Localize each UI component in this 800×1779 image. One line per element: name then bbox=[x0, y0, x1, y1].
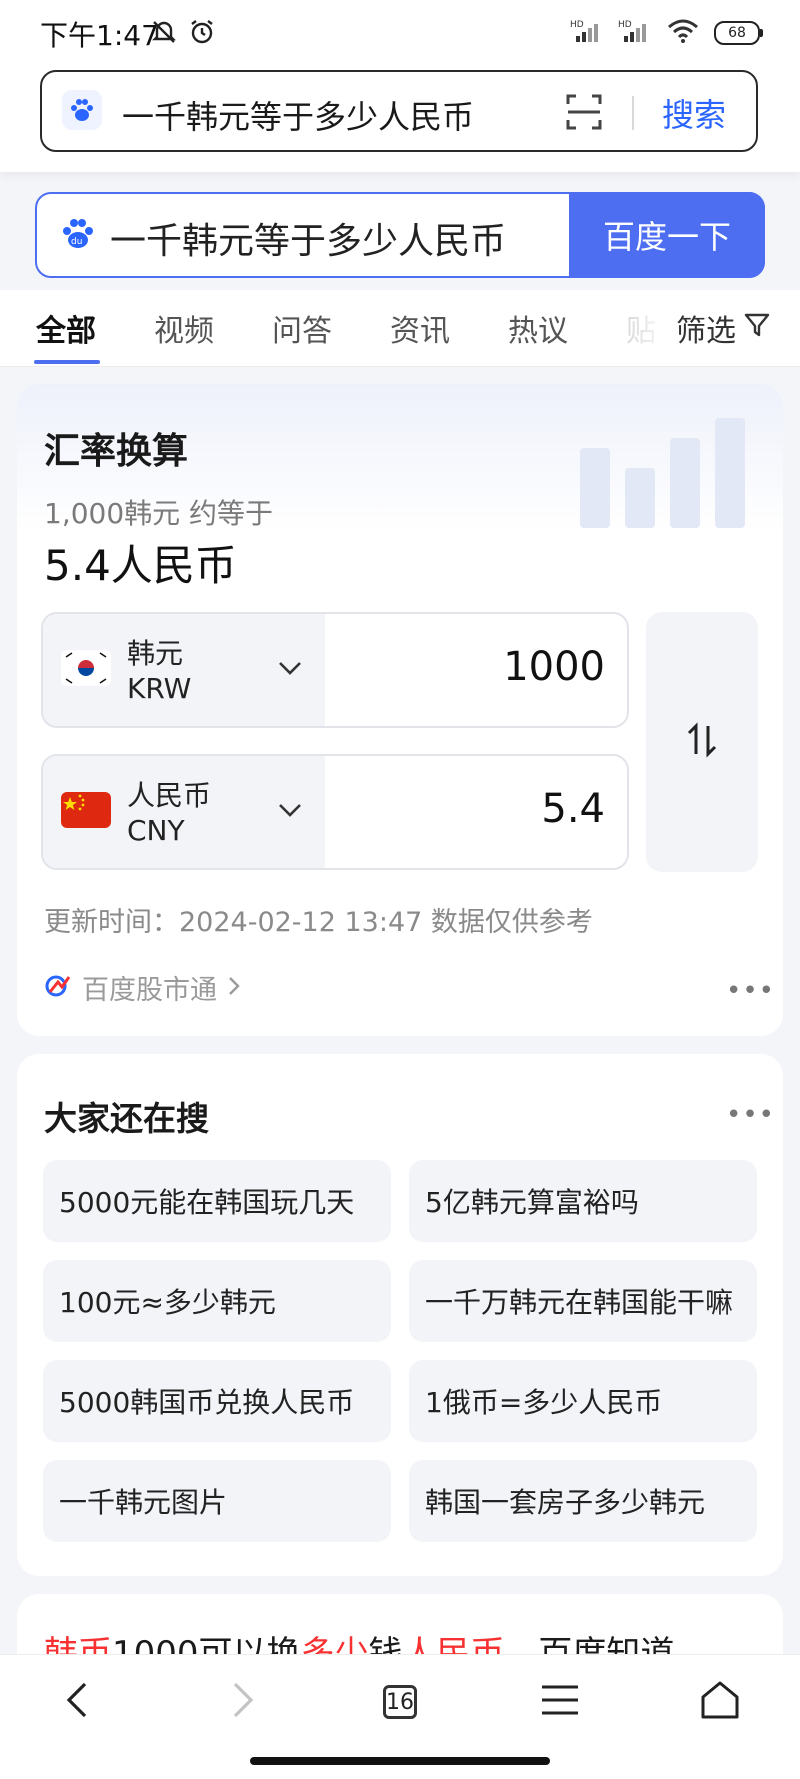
battery-icon: 68 bbox=[714, 21, 763, 45]
filter-button[interactable]: 筛选 bbox=[676, 306, 770, 350]
tab-qa[interactable]: 问答 bbox=[272, 306, 332, 350]
back-button[interactable] bbox=[48, 1676, 108, 1728]
status-icons-left bbox=[150, 18, 216, 50]
related-item[interactable]: 100元≈多少韩元 bbox=[43, 1260, 391, 1342]
from-currency-code: KRW bbox=[127, 672, 192, 705]
home-icon bbox=[699, 1679, 741, 1725]
baidu-paw-icon bbox=[62, 90, 102, 130]
to-currency-name: 人民币 bbox=[127, 779, 212, 812]
filter-icon bbox=[744, 311, 770, 346]
update-time: 更新时间：2024-02-12 13:47 数据仅供参考 bbox=[44, 907, 593, 938]
svg-text:HD: HD bbox=[570, 20, 584, 30]
exchange-result: 5.4人民币 bbox=[44, 541, 237, 590]
chevron-down-icon[interactable] bbox=[277, 800, 303, 824]
wifi-icon bbox=[666, 18, 700, 48]
filter-label: 筛选 bbox=[676, 314, 736, 349]
home-button[interactable] bbox=[690, 1676, 750, 1728]
search-button[interactable]: 搜索 bbox=[662, 90, 726, 136]
exchange-title: 汇率换算 bbox=[44, 431, 189, 472]
active-tab-indicator bbox=[34, 360, 100, 364]
exchange-subtitle: 1,000韩元 约等于 bbox=[44, 497, 274, 530]
forward-button[interactable] bbox=[212, 1676, 272, 1728]
baidu-search-input[interactable]: 一千韩元等于多少人民币 bbox=[110, 212, 506, 264]
alarm-icon bbox=[188, 18, 216, 50]
related-item[interactable]: 一千万韩元在韩国能干嘛 bbox=[409, 1260, 757, 1342]
home-indicator bbox=[250, 1757, 550, 1765]
tab-hot[interactable]: 热议 bbox=[508, 306, 568, 350]
from-currency-name: 韩元 bbox=[127, 637, 184, 670]
menu-icon bbox=[540, 1683, 580, 1721]
scan-icon[interactable] bbox=[566, 94, 602, 134]
korea-flag-icon bbox=[61, 650, 111, 686]
china-flag-icon bbox=[61, 792, 111, 828]
status-time: 下午1:47 bbox=[40, 19, 159, 52]
baidu-search-button[interactable]: 百度一下 bbox=[569, 192, 765, 278]
related-item[interactable]: 5000韩国币兑换人民币 bbox=[43, 1360, 391, 1442]
exchange-more-icon[interactable]: ••• bbox=[726, 976, 775, 1006]
status-icons-right: HD HD 68 bbox=[570, 18, 763, 48]
signal-hd-icon: HD bbox=[618, 18, 652, 48]
related-item[interactable]: 5亿韩元算富裕吗 bbox=[409, 1160, 757, 1242]
menu-button[interactable] bbox=[530, 1676, 590, 1728]
tab-video[interactable]: 视频 bbox=[154, 306, 214, 350]
chart-decoration-icon bbox=[570, 408, 770, 532]
related-item[interactable]: 1俄币=多少人民币 bbox=[409, 1360, 757, 1442]
chevron-down-icon[interactable] bbox=[277, 658, 303, 682]
baidu-du-icon: du bbox=[60, 216, 96, 256]
tabs-fade bbox=[612, 296, 672, 356]
related-item[interactable]: 一千韩元图片 bbox=[43, 1460, 391, 1542]
search-divider bbox=[632, 96, 634, 130]
tabs-button[interactable]: 16 bbox=[370, 1676, 430, 1728]
forward-arrow-icon bbox=[227, 1680, 257, 1724]
from-currency-row: 韩元 KRW 1000 bbox=[41, 612, 629, 728]
tab-all[interactable]: 全部 bbox=[36, 306, 96, 350]
signal-hd-icon: HD bbox=[570, 18, 604, 48]
to-amount-input[interactable]: 5.4 bbox=[541, 786, 605, 832]
swap-icon bbox=[685, 722, 719, 762]
related-searches-title: 大家还在搜 bbox=[44, 1099, 209, 1138]
svg-text:du: du bbox=[71, 237, 82, 247]
to-currency-code: CNY bbox=[127, 814, 185, 847]
related-more-icon[interactable]: ••• bbox=[726, 1100, 775, 1130]
source-label: 百度股市通 bbox=[82, 975, 217, 1006]
address-search-query[interactable]: 一千韩元等于多少人民币 bbox=[122, 92, 474, 138]
related-item[interactable]: 5000元能在韩国玩几天 bbox=[43, 1160, 391, 1242]
stock-app-icon bbox=[44, 972, 72, 1004]
to-currency-row: 人民币 CNY 5.4 bbox=[41, 754, 629, 870]
svg-text:HD: HD bbox=[618, 20, 632, 30]
source-link[interactable]: 百度股市通 bbox=[44, 968, 241, 1007]
tab-news[interactable]: 资讯 bbox=[390, 306, 450, 350]
tab-count: 16 bbox=[383, 1685, 417, 1719]
back-arrow-icon bbox=[63, 1680, 93, 1724]
mute-icon bbox=[150, 18, 178, 50]
related-item[interactable]: 韩国一套房子多少韩元 bbox=[409, 1460, 757, 1542]
swap-currency-button[interactable] bbox=[646, 612, 758, 872]
from-amount-input[interactable]: 1000 bbox=[503, 644, 605, 690]
chevron-right-icon bbox=[227, 975, 241, 1001]
